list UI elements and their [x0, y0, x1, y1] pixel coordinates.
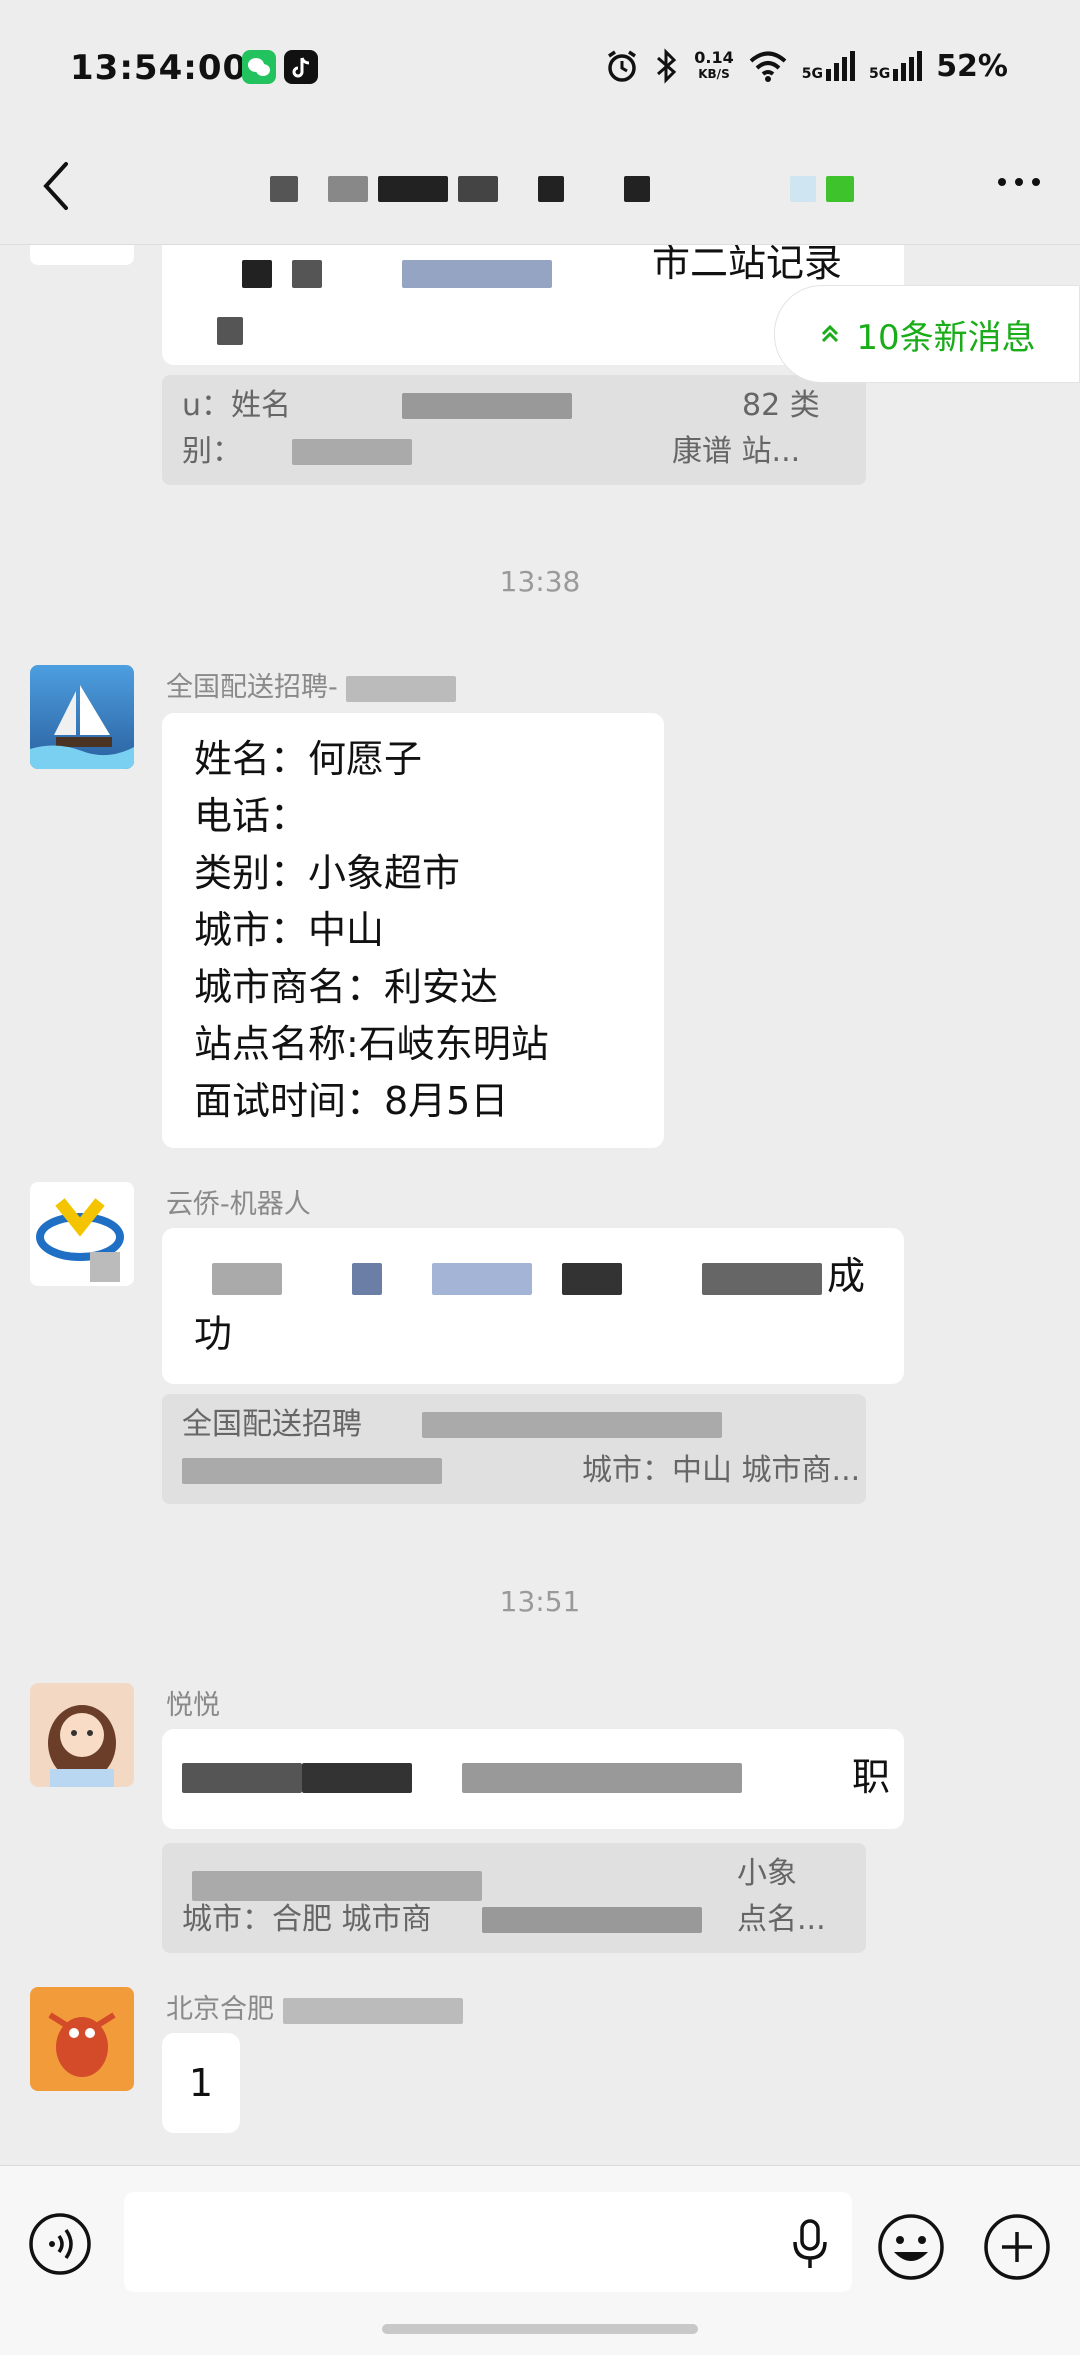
- quoted-message[interactable]: u：姓名 82 类 别： 康谱 站...: [162, 375, 866, 485]
- message-line: 类别：小象超市: [194, 851, 461, 895]
- message-line: 城市商名：利安达: [194, 965, 499, 1009]
- quoted-message[interactable]: 小象 城市：合肥 城市商 点名...: [162, 1843, 866, 1953]
- message-text: 职: [852, 1755, 891, 1799]
- chat-header: [0, 140, 1080, 245]
- avatar[interactable]: [30, 665, 134, 769]
- message-line: 城市：中山: [194, 908, 385, 952]
- avatar[interactable]: [30, 1987, 134, 2091]
- new-messages-button[interactable]: 10条新消息: [774, 285, 1080, 383]
- microphone-icon: [793, 2219, 827, 2268]
- avatar[interactable]: [30, 1182, 134, 1286]
- sender-name: 全国配送招聘-: [166, 665, 457, 704]
- sender-name: 北京合肥: [166, 1987, 463, 2026]
- message-input[interactable]: [124, 2192, 852, 2292]
- avatar[interactable]: [30, 1683, 134, 1787]
- emoji-button[interactable]: [876, 2212, 946, 2282]
- message-bubble[interactable]: 成 功: [162, 1228, 904, 1384]
- quoted-message[interactable]: 全国配送招聘 城市：中山 城市商...: [162, 1394, 866, 1504]
- message-bubble[interactable]: 1: [162, 2033, 240, 2133]
- sender-name: 云侨-机器人: [166, 1189, 311, 1220]
- chat-title-redacted: [270, 176, 854, 202]
- home-indicator[interactable]: [382, 2324, 698, 2334]
- tiktok-icon: [284, 50, 318, 84]
- signal-2: 5G: [869, 51, 923, 81]
- status-bar: 13:54:00 0.14 KB/S 5G 5G 52%: [0, 0, 1080, 140]
- timestamp-separator: 13:38: [499, 565, 581, 598]
- bluetooth-icon: [657, 48, 677, 84]
- sender-name: 悦悦: [166, 1690, 220, 1721]
- timestamp-separator: 13:51: [499, 1585, 581, 1618]
- network-speed: 0.14 KB/S: [694, 48, 734, 81]
- double-chevron-up-icon: [822, 324, 839, 343]
- wechat-icon: [242, 50, 276, 84]
- message-bubble[interactable]: 职: [162, 1729, 904, 1829]
- more-dots-icon: [998, 178, 1040, 186]
- status-icons: 0.14 KB/S 5G 5G 52%: [604, 48, 1008, 84]
- emoji-icon: [878, 2214, 944, 2280]
- microphone-button[interactable]: [790, 2218, 830, 2270]
- message-line: 姓名：何愿子: [194, 737, 423, 781]
- new-messages-label: 10条新消息: [856, 317, 1036, 358]
- message-text: 功: [194, 1312, 233, 1356]
- more-actions-button[interactable]: [982, 2212, 1052, 2282]
- wifi-icon: [749, 51, 787, 82]
- alarm-icon: [608, 50, 637, 82]
- message-line: 面试时间：8月5日: [194, 1079, 509, 1123]
- voice-icon: [29, 2213, 91, 2275]
- voice-input-button[interactable]: [28, 2212, 92, 2276]
- avatar[interactable]: [30, 245, 134, 265]
- plus-icon: [984, 2214, 1050, 2280]
- message-text: 成: [827, 1254, 866, 1298]
- message-text: 1: [188, 2061, 214, 2105]
- status-time: 13:54:00: [70, 48, 248, 88]
- message-line: 站点名称:石岐东明站: [194, 1022, 549, 1066]
- chevron-left-icon: [43, 162, 68, 210]
- battery-level: 52%: [936, 48, 1008, 84]
- back-button[interactable]: [30, 156, 90, 216]
- message-line: 电话：: [194, 794, 309, 838]
- message-bubble[interactable]: 姓名：何愿子 电话： 类别：小象超市 城市：中山 城市商名：利安达 站点名称:石…: [162, 713, 664, 1148]
- signal-1: 5G: [802, 51, 855, 81]
- message-list[interactable]: 市二站记录 u：姓名 82 类 别： 康谱 站... 10条新消息 13:38 …: [0, 245, 1080, 2165]
- more-options-button[interactable]: [984, 162, 1054, 212]
